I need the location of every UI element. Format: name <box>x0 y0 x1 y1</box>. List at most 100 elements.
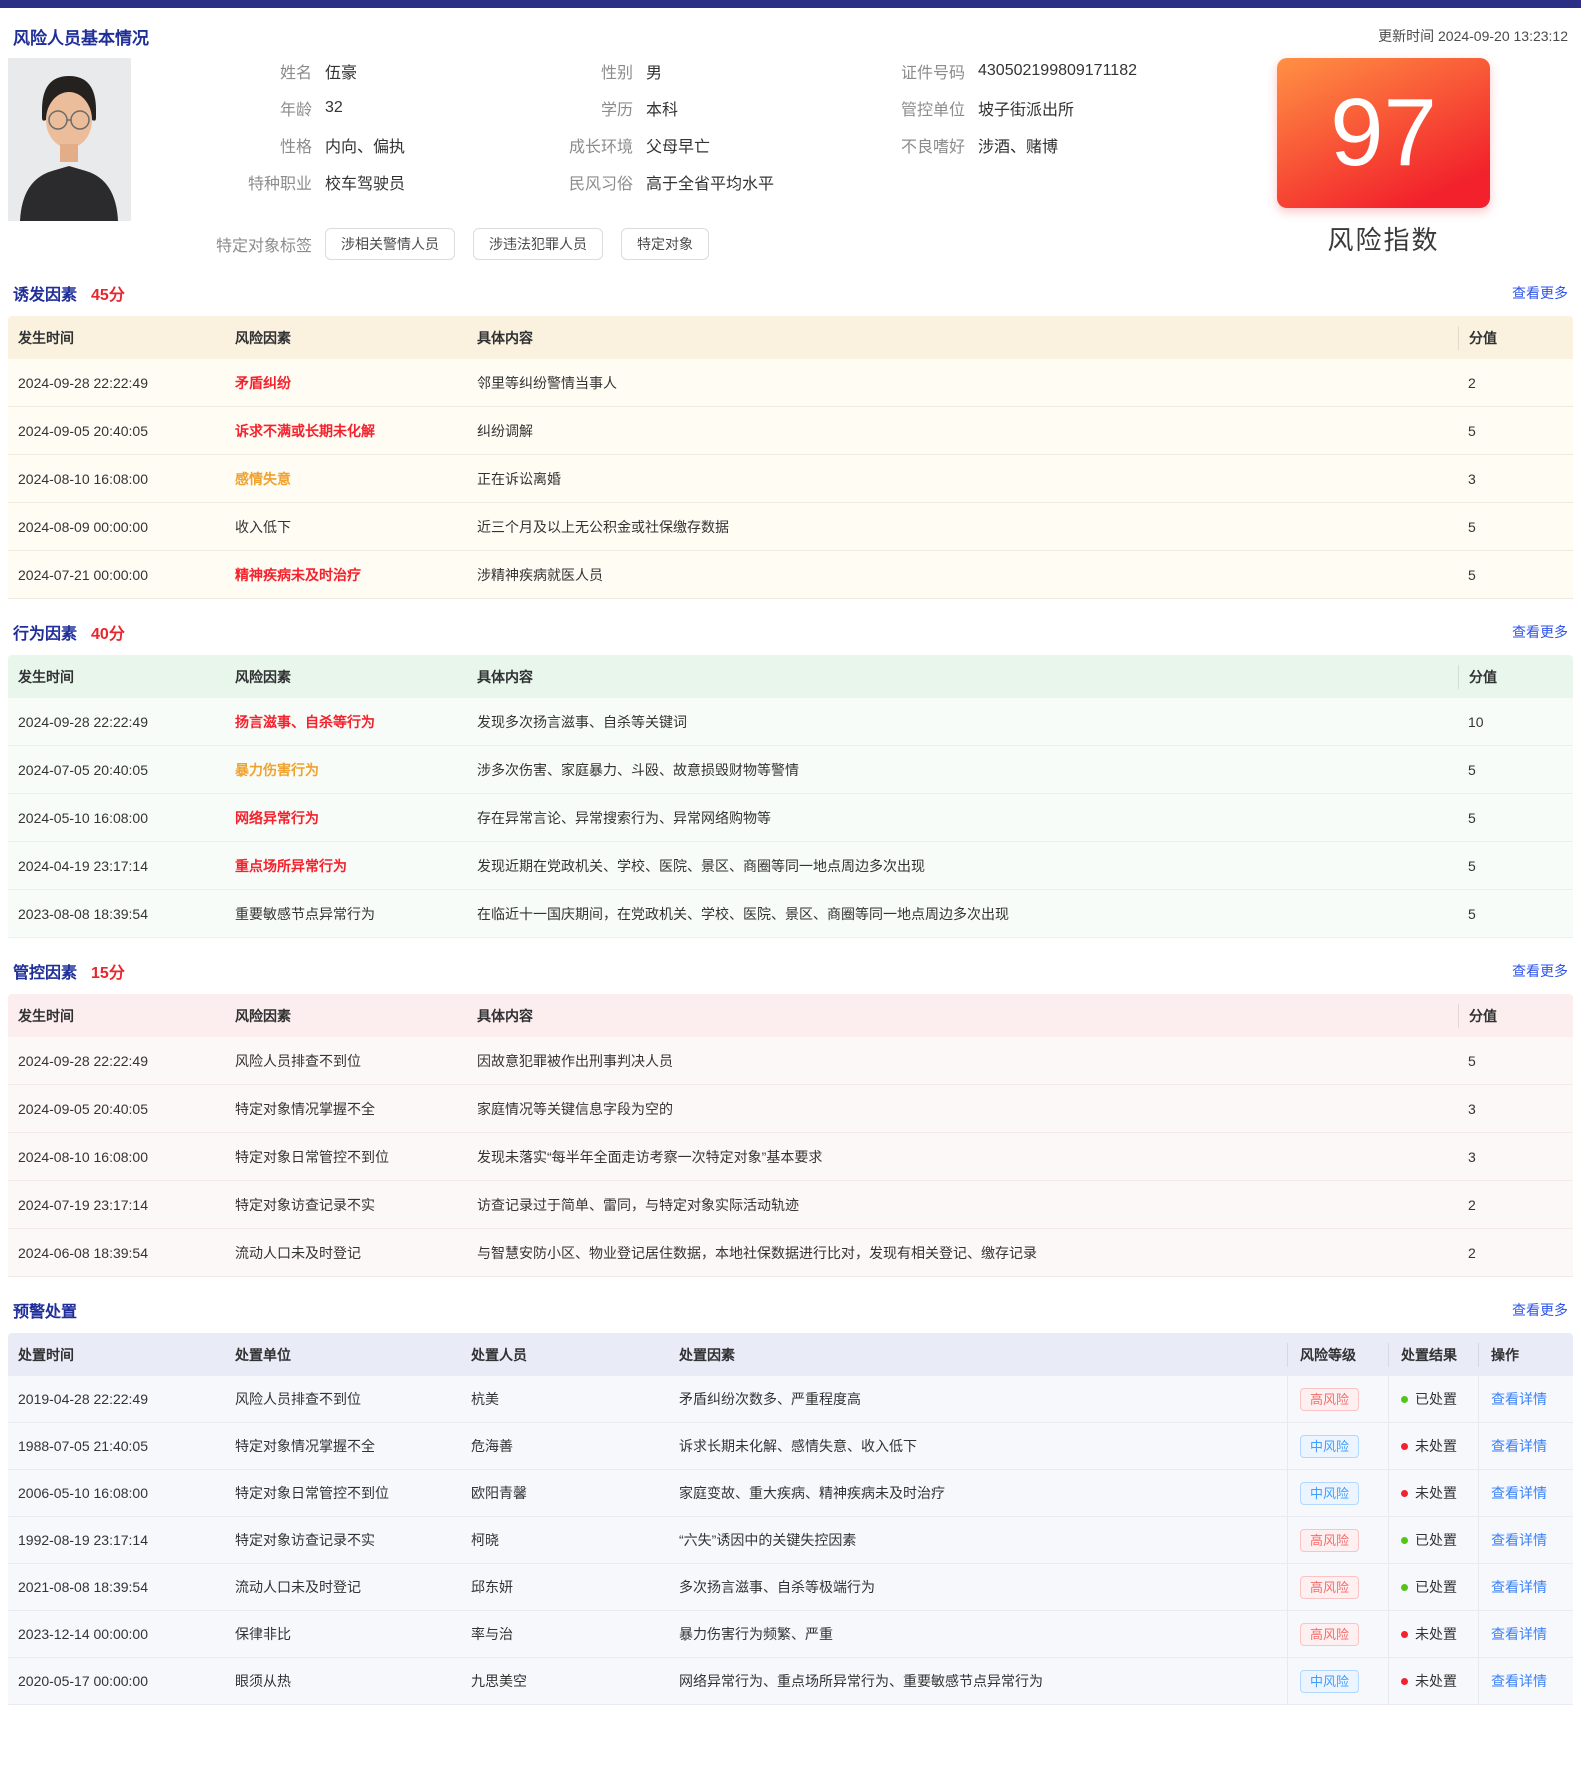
view-detail-link[interactable]: 查看详情 <box>1491 1389 1547 1409</box>
cell-risk-level: 中风险 <box>1287 1658 1388 1704</box>
view-detail-link[interactable]: 查看详情 <box>1491 1577 1547 1597</box>
cell-disposal-person: 欧阳青馨 <box>461 1483 669 1503</box>
status-dot-icon <box>1401 1443 1408 1450</box>
view-more-link[interactable]: 查看更多 <box>1512 622 1568 642</box>
cell-risk-factor: 特定对象日常管控不到位 <box>225 1147 467 1167</box>
status-dot-icon <box>1401 1678 1408 1685</box>
tags-wrap: 涉相关警情人员涉违法犯罪人员特定对象 <box>325 228 709 260</box>
cell-content: 发现近期在党政机关、学校、医院、景区、商圈等同一地点周边多次出现 <box>467 856 1458 876</box>
profile-field: 年龄32 <box>192 96 513 120</box>
cell-score: 3 <box>1458 1149 1573 1165</box>
cell-action: 查看详情 <box>1478 1658 1573 1704</box>
section-score: 15分 <box>91 959 125 983</box>
profile-field: 姓名伍豪 <box>192 59 513 83</box>
col-header-time: 发生时间 <box>8 328 225 348</box>
profile-field: 性别男 <box>513 59 845 83</box>
disposal-result-text: 已处置 <box>1415 1389 1457 1409</box>
view-detail-link[interactable]: 查看详情 <box>1491 1483 1547 1503</box>
table-row: 2023-08-08 18:39:54重要敏感节点异常行为在临近十一国庆期间，在… <box>8 890 1573 938</box>
col-header-disposal-person: 处置人员 <box>461 1345 669 1365</box>
field-value: 430502199809171182 <box>978 62 1137 80</box>
cell-disposal-unit: 眼须从热 <box>225 1671 461 1691</box>
table-row: 2024-07-05 20:40:05暴力伤害行为涉多次伤害、家庭暴力、斗殴、故… <box>8 746 1573 794</box>
view-more-link[interactable]: 查看更多 <box>1512 283 1568 303</box>
profile-info-grid: 姓名伍豪性别男证件号码430502199809171182 年龄32学历本科管控单… <box>192 52 1272 200</box>
cell-content: 纠纷调解 <box>467 421 1458 441</box>
field-label: 性格 <box>192 133 312 157</box>
subject-tag: 特定对象 <box>621 228 709 260</box>
cell-disposal-person: 危海善 <box>461 1436 669 1456</box>
cell-disposal-result: 已处置 <box>1388 1376 1478 1422</box>
cell-disposal-time: 2019-04-28 22:22:49 <box>8 1391 225 1407</box>
cell-disposal-person: 九思美空 <box>461 1671 669 1691</box>
cell-score: 5 <box>1458 567 1573 583</box>
field-value: 男 <box>646 59 662 83</box>
table-row: 1988-07-05 21:40:05特定对象情况掌握不全危海善诉求长期未化解、… <box>8 1423 1573 1470</box>
view-detail-link[interactable]: 查看详情 <box>1491 1530 1547 1550</box>
col-header-time: 发生时间 <box>8 667 225 687</box>
col-header-score: 分值 <box>1458 665 1573 689</box>
section-head-control-factors: 管控因素 15分 查看更多 <box>13 960 1568 982</box>
cell-content: 近三个月及以上无公积金或社保缴存数据 <box>467 517 1458 537</box>
col-header-score: 分值 <box>1458 326 1573 350</box>
view-more-link[interactable]: 查看更多 <box>1512 961 1568 981</box>
cell-risk-level: 中风险 <box>1287 1423 1388 1469</box>
disposal-result-text: 未处置 <box>1415 1436 1457 1456</box>
col-header-disposal-factor: 处置因素 <box>669 1345 1287 1365</box>
cell-disposal-time: 1992-08-19 23:17:14 <box>8 1532 225 1548</box>
cell-disposal-result: 未处置 <box>1388 1470 1478 1516</box>
field-value: 校车驾驶员 <box>325 170 405 194</box>
cell-disposal-factor: 家庭变故、重大疾病、精神疾病未及时治疗 <box>669 1483 1287 1503</box>
cell-content: 涉多次伤害、家庭暴力、斗殴、故意损毁财物等警情 <box>467 760 1458 780</box>
table-row: 2024-09-05 20:40:05特定对象情况掌握不全家庭情况等关键信息字段… <box>8 1085 1573 1133</box>
cell-disposal-person: 率与治 <box>461 1624 669 1644</box>
cell-risk-level: 高风险 <box>1287 1376 1388 1422</box>
field-value: 坡子街派出所 <box>978 96 1074 120</box>
cell-time: 2024-04-19 23:17:14 <box>8 858 225 874</box>
disposal-result-text: 已处置 <box>1415 1577 1457 1597</box>
profile-field: 学历本科 <box>513 96 845 120</box>
profile-field: 管控单位坡子街派出所 <box>845 96 1272 120</box>
table-header: 发生时间 风险因素 具体内容 分值 <box>8 994 1573 1037</box>
cell-time: 2024-05-10 16:08:00 <box>8 810 225 826</box>
risk-score-box: 97 <box>1277 58 1490 208</box>
view-more-link[interactable]: 查看更多 <box>1512 1300 1568 1320</box>
cell-action: 查看详情 <box>1478 1611 1573 1657</box>
cell-time: 2024-09-28 22:22:49 <box>8 375 225 391</box>
view-detail-link[interactable]: 查看详情 <box>1491 1624 1547 1644</box>
cell-risk-factor: 特定对象访查记录不实 <box>225 1195 467 1215</box>
cell-risk-factor: 重要敏感节点异常行为 <box>225 904 467 924</box>
cell-action: 查看详情 <box>1478 1376 1573 1422</box>
risk-level-badge: 中风险 <box>1300 1482 1359 1505</box>
cell-disposal-person: 邱东妍 <box>461 1577 669 1597</box>
cell-disposal-unit: 特定对象日常管控不到位 <box>225 1483 461 1503</box>
cell-content: 存在异常言论、异常搜索行为、异常网络购物等 <box>467 808 1458 828</box>
view-detail-link[interactable]: 查看详情 <box>1491 1671 1547 1691</box>
view-detail-link[interactable]: 查看详情 <box>1491 1436 1547 1456</box>
table-row: 2024-04-19 23:17:14重点场所异常行为发现近期在党政机关、学校、… <box>8 842 1573 890</box>
table-row: 2024-06-08 18:39:54流动人口未及时登记与智慧安防小区、物业登记… <box>8 1229 1573 1277</box>
behavior-factors-table: 发生时间 风险因素 具体内容 分值 2024-09-28 22:22:49扬言滋… <box>8 655 1573 938</box>
field-label: 年龄 <box>192 96 312 120</box>
profile-field: 特种职业校车驾驶员 <box>192 170 513 194</box>
cell-action: 查看详情 <box>1478 1564 1573 1610</box>
cell-score: 5 <box>1458 519 1573 535</box>
disposal-result-text: 未处置 <box>1415 1624 1457 1644</box>
field-value: 内向、偏执 <box>325 133 405 157</box>
table-row: 2024-08-10 16:08:00特定对象日常管控不到位发现未落实“每半年全… <box>8 1133 1573 1181</box>
cell-action: 查看详情 <box>1478 1517 1573 1563</box>
update-time-value: 2024-09-20 13:23:12 <box>1438 28 1568 44</box>
profile-section: 姓名伍豪性别男证件号码430502199809171182 年龄32学历本科管控单… <box>8 58 1573 270</box>
risk-level-badge: 中风险 <box>1300 1435 1359 1458</box>
cell-risk-factor: 网络异常行为 <box>225 808 467 828</box>
cell-score: 3 <box>1458 471 1573 487</box>
disposal-result-text: 未处置 <box>1415 1671 1457 1691</box>
table-row: 2024-07-19 23:17:14特定对象访查记录不实访查记录过于简单、雷同… <box>8 1181 1573 1229</box>
field-label: 成长环境 <box>513 133 633 157</box>
field-label: 学历 <box>513 96 633 120</box>
profile-field: 证件号码430502199809171182 <box>845 59 1272 83</box>
status-dot-icon <box>1401 1631 1408 1638</box>
cell-score: 5 <box>1458 423 1573 439</box>
table-row: 2023-12-14 00:00:00保律非比率与治暴力伤害行为频繁、严重高风险… <box>8 1611 1573 1658</box>
cell-disposal-time: 2006-05-10 16:08:00 <box>8 1485 225 1501</box>
